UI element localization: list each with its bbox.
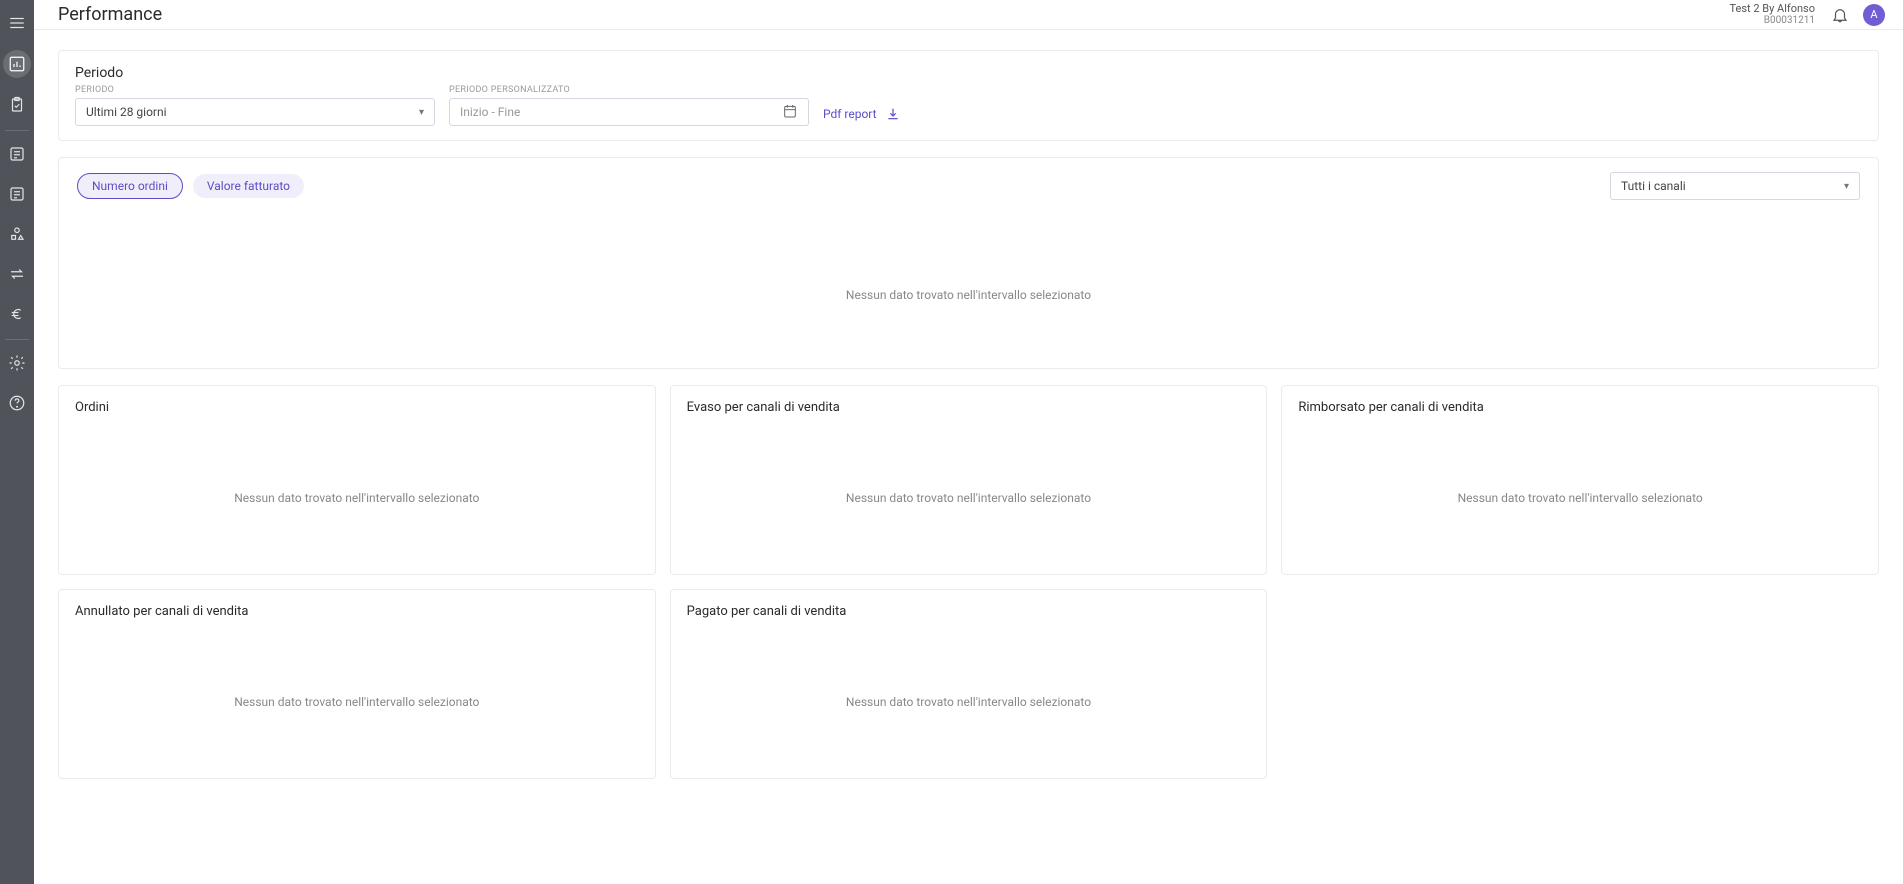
- clipboard-check-icon: [8, 96, 26, 114]
- chart-icon: [8, 55, 26, 73]
- nav-list2[interactable]: [0, 177, 34, 211]
- nav-settings[interactable]: [0, 346, 34, 380]
- nav-help[interactable]: [0, 386, 34, 420]
- periodo-title: Periodo: [75, 65, 1862, 81]
- card-title: Annullato per canali di vendita: [75, 604, 639, 619]
- chart-card: Numero ordini Valore fatturato Tutti i c…: [58, 157, 1879, 369]
- swap-icon: [8, 265, 26, 283]
- download-icon: [885, 106, 901, 122]
- card-empty-state: Nessun dato trovato nell'intervallo sele…: [75, 421, 639, 545]
- list-icon: [8, 185, 26, 203]
- card-pagato: Pagato per canali di vendita Nessun dato…: [670, 589, 1268, 779]
- card-empty-state: Nessun dato trovato nell'intervallo sele…: [1298, 421, 1862, 545]
- custom-period-label: PERIODO PERSONALIZZATO: [449, 85, 809, 95]
- sidebar-divider: [5, 130, 29, 131]
- calendar-icon: [782, 103, 798, 122]
- pdf-report-label: Pdf report: [823, 107, 877, 121]
- nav-transfer[interactable]: [0, 257, 34, 291]
- chart-empty-state: Nessun dato trovato nell'intervallo sele…: [75, 210, 1862, 364]
- period-value: Ultimi 28 giorni: [86, 105, 167, 119]
- notifications-button[interactable]: [1829, 4, 1851, 26]
- card-title: Rimborsato per canali di vendita: [1298, 400, 1862, 415]
- card-evaso: Evaso per canali di vendita Nessun dato …: [670, 385, 1268, 575]
- card-empty-state: Nessun dato trovato nell'intervallo sele…: [687, 421, 1251, 545]
- account-name: Test 2 By Alfonso: [1729, 3, 1815, 15]
- custom-period-input[interactable]: Inizio - Fine: [449, 98, 809, 126]
- pdf-report-link[interactable]: Pdf report: [823, 106, 901, 126]
- chevron-down-icon: ▾: [419, 107, 424, 118]
- menu-toggle[interactable]: [0, 6, 34, 40]
- channel-value: Tutti i canali: [1621, 179, 1686, 193]
- period-select[interactable]: Ultimi 28 giorni ▾: [75, 98, 435, 126]
- card-ordini: Ordini Nessun dato trovato nell'interval…: [58, 385, 656, 575]
- period-label: PERIODO: [75, 85, 435, 95]
- nav-list1[interactable]: [0, 137, 34, 171]
- sidebar-divider: [5, 339, 29, 340]
- custom-period-placeholder: Inizio - Fine: [460, 105, 520, 119]
- chevron-down-icon: ▾: [1844, 181, 1849, 192]
- bell-icon: [1831, 6, 1849, 24]
- gear-icon: [8, 354, 26, 372]
- chip-valore-fatturato[interactable]: Valore fatturato: [193, 174, 304, 198]
- nav-clipboard[interactable]: [0, 88, 34, 122]
- list-icon: [8, 145, 26, 163]
- nav-euro[interactable]: [0, 297, 34, 331]
- topbar: Performance Test 2 By Alfonso B00031211 …: [34, 0, 1903, 30]
- account-info: Test 2 By Alfonso B00031211: [1729, 3, 1815, 26]
- nav-performance[interactable]: [3, 50, 31, 78]
- channel-select[interactable]: Tutti i canali ▾: [1610, 172, 1860, 200]
- hamburger-icon: [8, 14, 26, 32]
- periodo-card: Periodo PERIODO Ultimi 28 giorni ▾ PERIO…: [58, 50, 1879, 141]
- sidebar: [0, 0, 34, 884]
- avatar[interactable]: A: [1863, 4, 1885, 26]
- account-id: B00031211: [1729, 15, 1815, 26]
- card-rimborsato: Rimborsato per canali di vendita Nessun …: [1281, 385, 1879, 575]
- card-empty-state: Nessun dato trovato nell'intervallo sele…: [75, 625, 639, 749]
- chip-numero-ordini[interactable]: Numero ordini: [77, 173, 183, 199]
- page-title: Performance: [58, 4, 162, 25]
- card-annullato: Annullato per canali di vendita Nessun d…: [58, 589, 656, 779]
- help-icon: [8, 394, 26, 412]
- card-title: Evaso per canali di vendita: [687, 400, 1251, 415]
- card-empty-state: Nessun dato trovato nell'intervallo sele…: [687, 625, 1251, 749]
- euro-icon: [8, 305, 26, 323]
- card-title: Ordini: [75, 400, 639, 415]
- nav-shapes[interactable]: [0, 217, 34, 251]
- card-title: Pagato per canali di vendita: [687, 604, 1251, 619]
- shapes-icon: [8, 225, 26, 243]
